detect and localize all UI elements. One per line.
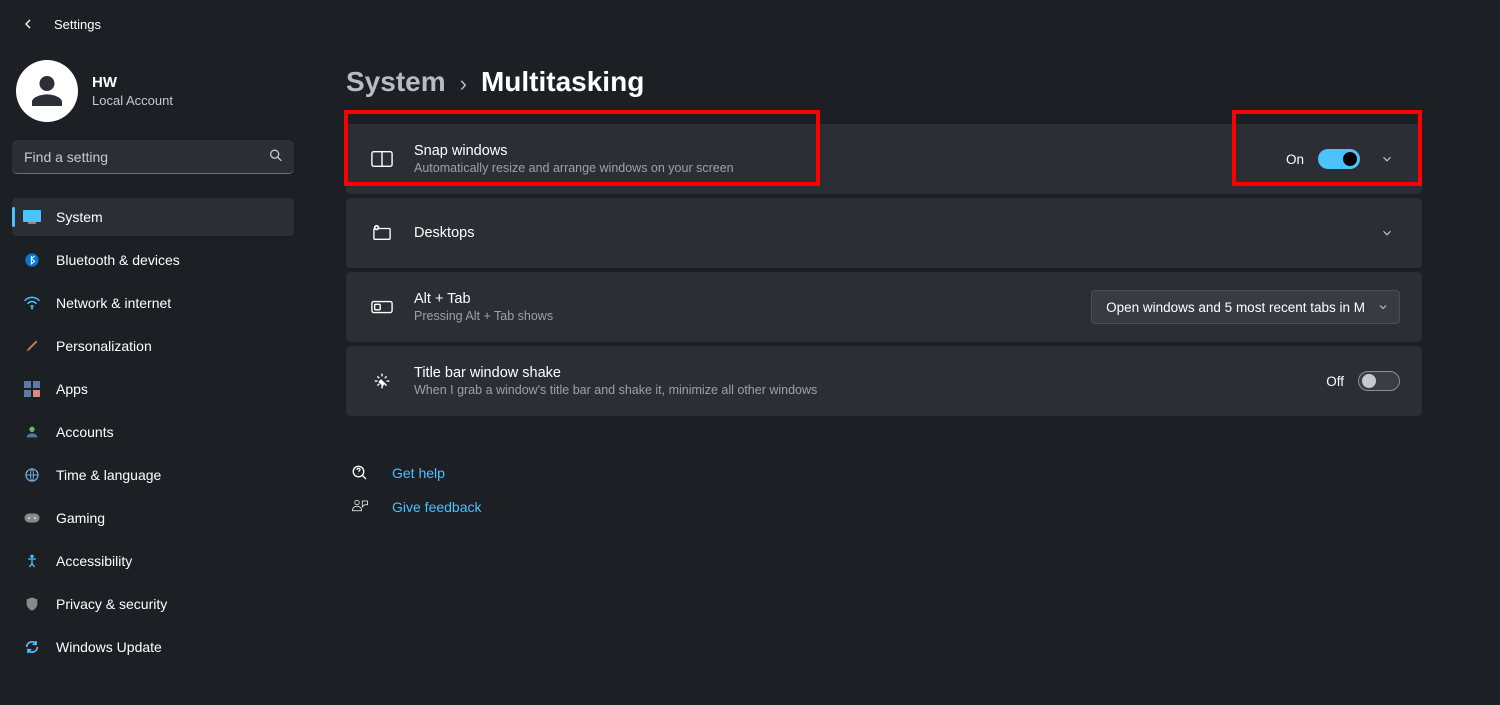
app-title: Settings — [54, 17, 101, 32]
system-icon — [22, 207, 42, 227]
sidebar-item-label: Gaming — [56, 510, 105, 526]
sidebar-item-windows-update[interactable]: Windows Update — [12, 628, 294, 666]
gaming-icon — [22, 508, 42, 528]
accessibility-icon — [22, 551, 42, 571]
chevron-down-icon — [1377, 301, 1389, 313]
sidebar-item-label: Network & internet — [56, 295, 171, 311]
arrow-left-icon — [20, 16, 36, 32]
back-button[interactable] — [16, 12, 40, 36]
sidebar-item-label: Accessibility — [56, 553, 132, 569]
sidebar-item-privacy[interactable]: Privacy & security — [12, 585, 294, 623]
search-input[interactable] — [12, 140, 294, 174]
setting-alt-tab: Alt + Tab Pressing Alt + Tab shows Open … — [346, 272, 1422, 342]
setting-desktops[interactable]: Desktops — [346, 198, 1422, 268]
sidebar-item-system[interactable]: System — [12, 198, 294, 236]
sidebar-item-label: Apps — [56, 381, 88, 397]
dropdown-value: Open windows and 5 most recent tabs in M — [1106, 300, 1365, 315]
desktops-icon — [368, 224, 396, 242]
wifi-icon — [22, 293, 42, 313]
avatar — [16, 60, 78, 122]
snap-toggle[interactable] — [1318, 149, 1360, 169]
sidebar-item-personalization[interactable]: Personalization — [12, 327, 294, 365]
setting-subtitle: Pressing Alt + Tab shows — [414, 309, 1091, 323]
shield-icon — [22, 594, 42, 614]
give-feedback-link[interactable]: Give feedback — [346, 490, 1422, 524]
bluetooth-icon — [22, 250, 42, 270]
link-label: Get help — [392, 465, 445, 481]
setting-subtitle: Automatically resize and arrange windows… — [414, 161, 1286, 175]
accounts-icon — [22, 422, 42, 442]
alt-tab-icon — [368, 300, 396, 314]
link-label: Give feedback — [392, 499, 482, 515]
setting-title: Snap windows — [414, 143, 1286, 159]
sidebar-item-label: Windows Update — [56, 639, 162, 655]
search-box[interactable] — [12, 140, 294, 174]
setting-title: Title bar window shake — [414, 365, 1326, 381]
setting-snap-windows[interactable]: Snap windows Automatically resize and ar… — [346, 124, 1422, 194]
sidebar-item-network[interactable]: Network & internet — [12, 284, 294, 322]
sidebar-item-apps[interactable]: Apps — [12, 370, 294, 408]
sidebar-item-label: System — [56, 209, 103, 225]
sidebar-item-accessibility[interactable]: Accessibility — [12, 542, 294, 580]
help-links: Get help Give feedback — [346, 456, 1422, 524]
shake-icon — [368, 370, 396, 392]
sidebar-item-bluetooth[interactable]: Bluetooth & devices — [12, 241, 294, 279]
toggle-state-label: Off — [1326, 374, 1344, 389]
help-icon — [346, 464, 374, 482]
apps-icon — [22, 379, 42, 399]
setting-subtitle: When I grab a window's title bar and sha… — [414, 383, 1326, 397]
sidebar-item-label: Personalization — [56, 338, 152, 354]
shake-toggle[interactable] — [1358, 371, 1400, 391]
snap-icon — [368, 150, 396, 168]
alt-tab-dropdown[interactable]: Open windows and 5 most recent tabs in M — [1091, 290, 1400, 324]
sidebar-item-label: Privacy & security — [56, 596, 167, 612]
globe-icon — [22, 465, 42, 485]
setting-title-bar-shake: Title bar window shake When I grab a win… — [346, 346, 1422, 416]
nav-list: System Bluetooth & devices Network & int… — [6, 198, 300, 666]
sidebar-item-gaming[interactable]: Gaming — [12, 499, 294, 537]
user-name: HW — [92, 74, 173, 91]
breadcrumb-parent[interactable]: System — [346, 66, 446, 98]
chevron-down-icon — [1380, 226, 1394, 240]
setting-title: Desktops — [414, 225, 1374, 241]
user-subtitle: Local Account — [92, 93, 173, 108]
expand-desktops-button[interactable] — [1374, 220, 1400, 246]
sidebar-item-label: Time & language — [56, 467, 161, 483]
feedback-icon — [346, 498, 374, 516]
page-title: Multitasking — [481, 66, 644, 98]
update-icon — [22, 637, 42, 657]
sidebar-item-time-language[interactable]: Time & language — [12, 456, 294, 494]
breadcrumb: System › Multitasking — [346, 66, 1422, 98]
setting-title: Alt + Tab — [414, 291, 1091, 307]
user-card[interactable]: HW Local Account — [6, 56, 300, 140]
chevron-down-icon — [1380, 152, 1394, 166]
main-content: System › Multitasking Snap windows Autom… — [306, 48, 1500, 705]
get-help-link[interactable]: Get help — [346, 456, 1422, 490]
sidebar-item-label: Bluetooth & devices — [56, 252, 180, 268]
person-icon — [27, 71, 67, 111]
brush-icon — [22, 336, 42, 356]
sidebar-item-label: Accounts — [56, 424, 114, 440]
toggle-state-label: On — [1286, 152, 1304, 167]
sidebar-item-accounts[interactable]: Accounts — [12, 413, 294, 451]
expand-snap-button[interactable] — [1374, 146, 1400, 172]
chevron-right-icon: › — [460, 71, 467, 97]
sidebar: HW Local Account System Bluetooth & devi… — [0, 48, 306, 705]
app-header: Settings — [0, 0, 1500, 48]
